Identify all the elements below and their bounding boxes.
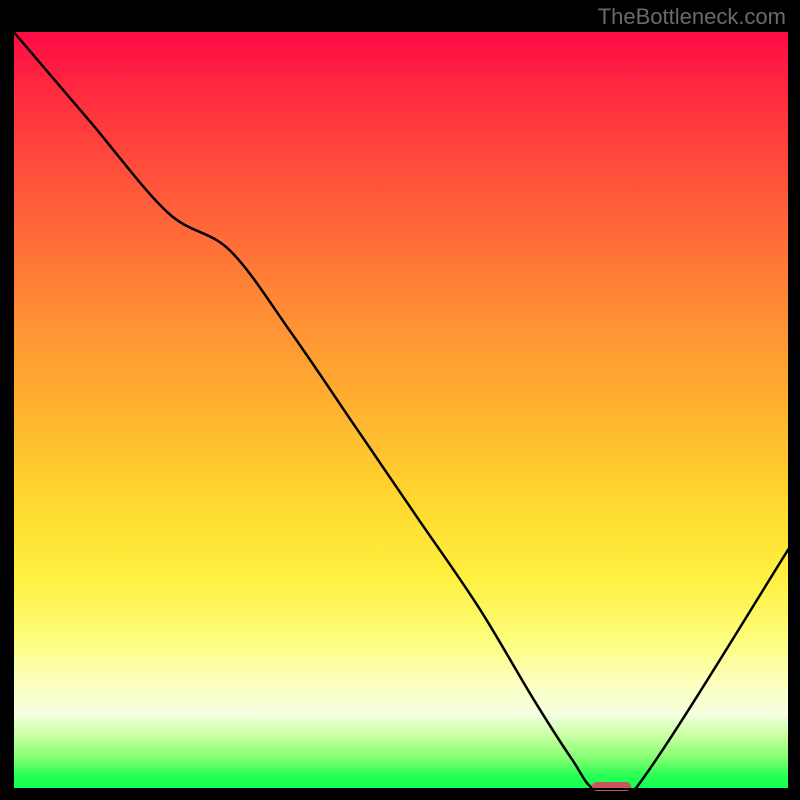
watermark-text: TheBottleneck.com [598,4,786,30]
optimum-marker [592,782,631,791]
bottleneck-curve-line [12,30,790,790]
chart-area [12,30,790,790]
